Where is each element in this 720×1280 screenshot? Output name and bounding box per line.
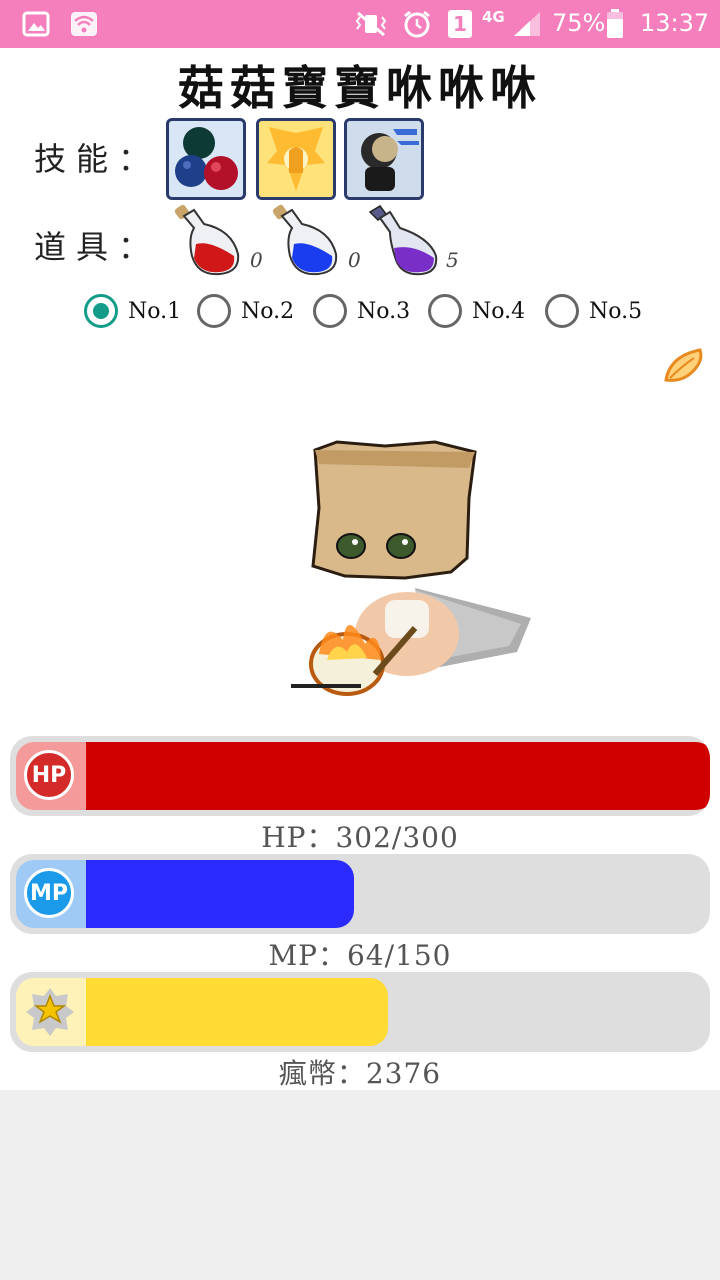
elixir-potion-count: 5	[446, 248, 459, 272]
wifi-icon	[70, 10, 98, 38]
slot-label: No.4	[472, 298, 526, 324]
radio-ring[interactable]	[545, 294, 579, 328]
elixir-potion-icon[interactable]	[364, 204, 444, 278]
alarm-icon	[402, 10, 432, 38]
vibrate-mute-icon	[354, 10, 388, 38]
status-bar: 1 4G 75% 13:37	[0, 0, 720, 48]
slot-label: No.1	[128, 298, 182, 324]
hp-icon: HP	[24, 750, 74, 800]
red-potion-count: 0	[250, 248, 263, 272]
coin-star-icon	[26, 986, 74, 1036]
slot-radio-no4[interactable]: No.4	[428, 292, 525, 330]
battery-icon	[606, 9, 624, 38]
edit-feather-icon[interactable]	[660, 344, 708, 386]
dash-skill-icon[interactable]	[344, 118, 424, 200]
radio-ring[interactable]	[197, 294, 231, 328]
skills-label: 技能：	[34, 140, 161, 178]
sim-slot-icon: 1	[448, 10, 472, 38]
slot-label: No.3	[357, 298, 411, 324]
clock: 13:37	[640, 9, 710, 37]
hp-text: HP：302/300	[261, 821, 459, 854]
sim-slot-number: 1	[453, 12, 467, 36]
slot-radio-no1[interactable]: No.1	[84, 292, 181, 330]
radio-ring[interactable]	[313, 294, 347, 328]
red-potion-icon[interactable]	[170, 204, 250, 278]
slot-label: No.5	[589, 298, 643, 324]
slot-radio-no5[interactable]: No.5	[545, 292, 642, 330]
radio-ring[interactable]	[428, 294, 462, 328]
radio-ring[interactable]	[84, 294, 118, 328]
mp-bar: MP	[10, 854, 710, 934]
blue-potion-icon[interactable]	[268, 204, 348, 278]
slot-radio-no2[interactable]: No.2	[197, 292, 294, 330]
mp-text: MP：64/150	[268, 939, 452, 972]
hp-bar: HP	[10, 736, 710, 816]
coin-text: 瘋幣：2376	[278, 1057, 442, 1090]
mp-icon: MP	[24, 868, 74, 918]
battery-percent: 75%	[552, 9, 606, 37]
blue-potion-count: 0	[348, 248, 361, 272]
page-title: 菇菇寶寶咻咻咻	[178, 61, 542, 115]
items-label: 道具：	[34, 228, 161, 266]
hp-bar-fill	[86, 742, 710, 810]
coin-bar-fill	[86, 978, 388, 1046]
slot-radio-no3[interactable]: No.3	[313, 292, 410, 330]
golden-wings-skill-icon[interactable]	[256, 118, 336, 200]
character-sprite[interactable]	[285, 438, 540, 700]
network-type: 4G	[482, 8, 505, 26]
signal-icon	[512, 10, 542, 38]
gallery-icon	[22, 10, 50, 38]
boxing-gloves-skill-icon[interactable]	[166, 118, 246, 200]
coin-bar	[10, 972, 710, 1052]
mp-bar-fill	[86, 860, 354, 928]
slot-label: No.2	[241, 298, 295, 324]
